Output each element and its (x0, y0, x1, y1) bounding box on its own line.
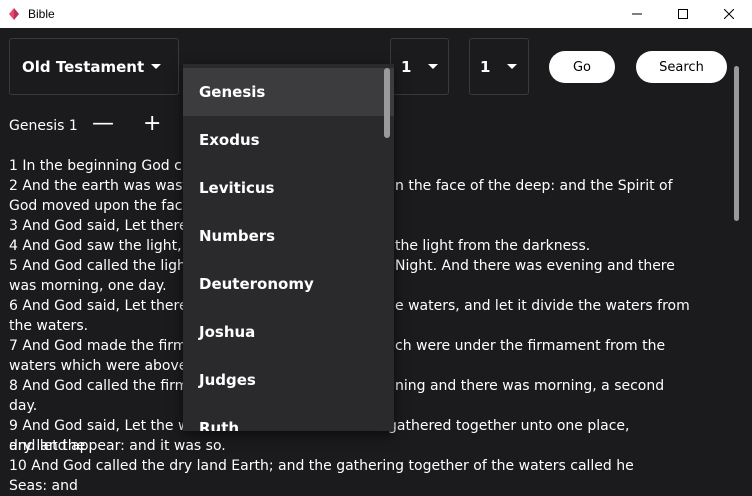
verse-line-text: 4 And God saw the light, th (9, 238, 201, 254)
verse-line-text: God moved upon the face o (9, 198, 205, 214)
chevron-down-icon (507, 63, 517, 69)
chapter-dropdown[interactable]: 1 (390, 38, 449, 95)
verse-line-continued: ch were under the firmament from the (395, 338, 666, 354)
verse-line-text: 7 And God made the firman (9, 338, 204, 354)
verse-line-text: was morning, one day. (9, 278, 167, 294)
zoom-in-button[interactable]: + (143, 111, 161, 136)
testament-value: Old Testament (22, 57, 145, 76)
minus-icon: — (92, 111, 114, 136)
verse-line-text: 8 And God called the firman (9, 378, 206, 394)
book-item-joshua[interactable]: Joshua (183, 308, 394, 356)
verse-line: dry land appear: and it was so. (9, 436, 659, 456)
chapter-title: Genesis 1 (9, 118, 78, 134)
book-item-deuteronomy[interactable]: Deuteronomy (183, 260, 394, 308)
verse-line-text: 5 And God called the light N (9, 258, 207, 274)
verse-value: 1 (480, 57, 491, 76)
maximize-button[interactable] (660, 0, 706, 28)
book-item-exodus[interactable]: Exodus (183, 116, 394, 164)
verse-line-continued: Night. And there was evening and there (395, 258, 675, 274)
verse-line-text: 2 And the earth was waste a (9, 178, 210, 194)
minimize-button[interactable] (614, 0, 660, 28)
verse-dropdown[interactable]: 1 (469, 38, 529, 95)
book-item-genesis[interactable]: Genesis (183, 68, 394, 116)
verse-line-text: 6 And God said, Let there b (9, 298, 201, 314)
close-button[interactable] (706, 0, 752, 28)
chapter-value: 1 (401, 57, 412, 76)
verse-line-text: dry land appear: and it was so. (9, 438, 226, 454)
maximize-icon (678, 9, 688, 19)
menu-scrollbar[interactable] (384, 68, 390, 138)
bible-app-icon (9, 8, 19, 20)
zoom-out-button[interactable]: — (92, 111, 114, 136)
verse-line-continued: n the face of the deep: and the Spirit o… (395, 178, 673, 194)
verse-line-continued: ning and there was morning, a second (395, 378, 665, 394)
verse-line-continued: the light from the darkness. (395, 238, 591, 254)
verse-line-text: waters which were above th (9, 358, 207, 374)
search-button[interactable]: Search (636, 51, 727, 83)
verse-line-text: 1 In the beginning God crea (9, 158, 205, 174)
verse-line: 10 And God called the dry land Earth; an… (9, 456, 659, 494)
testament-dropdown[interactable]: Old Testament (9, 38, 179, 95)
page-scrollbar[interactable] (734, 66, 739, 221)
minimize-icon (632, 13, 642, 15)
verse-line-text: 3 And God said, Let there b (9, 218, 201, 234)
main-content: Old Testament 1 1 Go Search Genesis 1 — … (0, 28, 752, 494)
verse-line-text: the waters. (9, 318, 89, 334)
title-bar: Bible (0, 0, 752, 28)
window-title: Bible (28, 7, 55, 21)
chevron-down-icon (151, 63, 161, 69)
book-item-numbers[interactable]: Numbers (183, 212, 394, 260)
book-dropdown-menu: Ruth Judges Joshua Deuteronomy Numbers Leviti… (183, 64, 394, 431)
book-item-leviticus[interactable]: Leviticus (183, 164, 394, 212)
plus-icon: + (143, 111, 162, 136)
verse-line-text: day. (9, 398, 38, 414)
verse-line-continued: e waters, and let it divide the waters f… (395, 298, 690, 314)
go-button[interactable]: Go (549, 51, 615, 83)
close-icon (724, 9, 734, 19)
book-item-ruth[interactable]: Ruth (183, 404, 394, 431)
book-item-judges[interactable]: Judges (183, 356, 394, 404)
chevron-down-icon (428, 63, 438, 69)
